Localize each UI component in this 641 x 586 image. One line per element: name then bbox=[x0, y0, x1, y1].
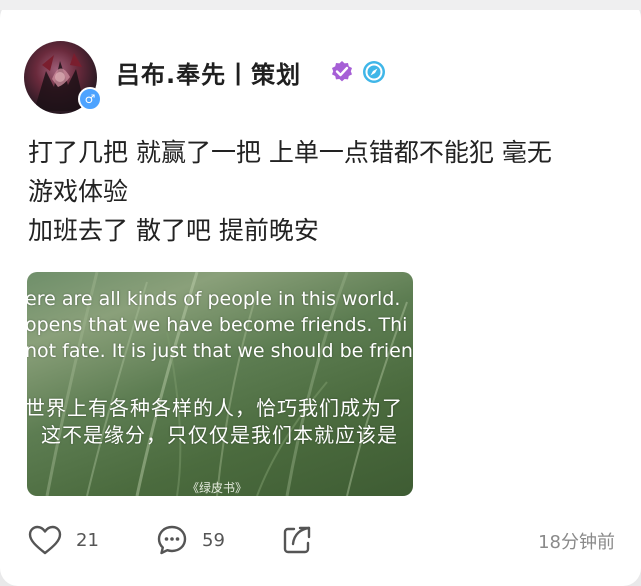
like-button[interactable]: 21 bbox=[28, 520, 99, 560]
share-button[interactable] bbox=[281, 520, 313, 560]
image-caption: 《绿皮书》 bbox=[187, 481, 248, 495]
post-line: 游戏体验 bbox=[28, 177, 129, 206]
image-text-en: opens that we have become friends. Thi bbox=[27, 314, 408, 336]
post-timestamp: 18分钟前 bbox=[538, 532, 615, 553]
comment-count: 59 bbox=[202, 529, 225, 551]
share-icon bbox=[283, 526, 311, 554]
post-line: 打了几把 就赢了一把 上单一点错都不能犯 毫无 bbox=[28, 138, 552, 167]
male-icon: ♂ bbox=[78, 87, 102, 111]
post-body: 打了几把 就赢了一把 上单一点错都不能犯 毫无 游戏体验 加班去了 散了吧 提前… bbox=[28, 133, 618, 250]
comment-icon bbox=[157, 525, 187, 555]
heart-icon bbox=[28, 525, 62, 555]
top-divider bbox=[0, 0, 641, 10]
image-text-zh: 这不是缘分，只仅仅是我们本就应该是 bbox=[41, 423, 398, 447]
like-count: 21 bbox=[76, 529, 99, 551]
post-card: ♂ 吕布.奉先丨策划 打了几把 就赢了一把 上单一点错都不能犯 毫无 游戏体验 … bbox=[0, 0, 641, 586]
author-name[interactable]: 吕布.奉先丨策划 bbox=[116, 55, 301, 90]
compass-icon bbox=[363, 61, 385, 83]
image-text-zh: 世界上有各种各样的人，恰巧我们成为了 bbox=[27, 396, 403, 420]
image-text-en: not fate. It is just that we should be f… bbox=[27, 340, 413, 362]
image-text-en: ere are all kinds of people in this worl… bbox=[27, 288, 401, 310]
post-line: 加班去了 散了吧 提前晚安 bbox=[28, 216, 319, 245]
verified-badge-icon bbox=[332, 61, 352, 82]
post-image[interactable]: ere are all kinds of people in this worl… bbox=[27, 272, 413, 496]
comment-button[interactable]: 59 bbox=[156, 520, 225, 560]
